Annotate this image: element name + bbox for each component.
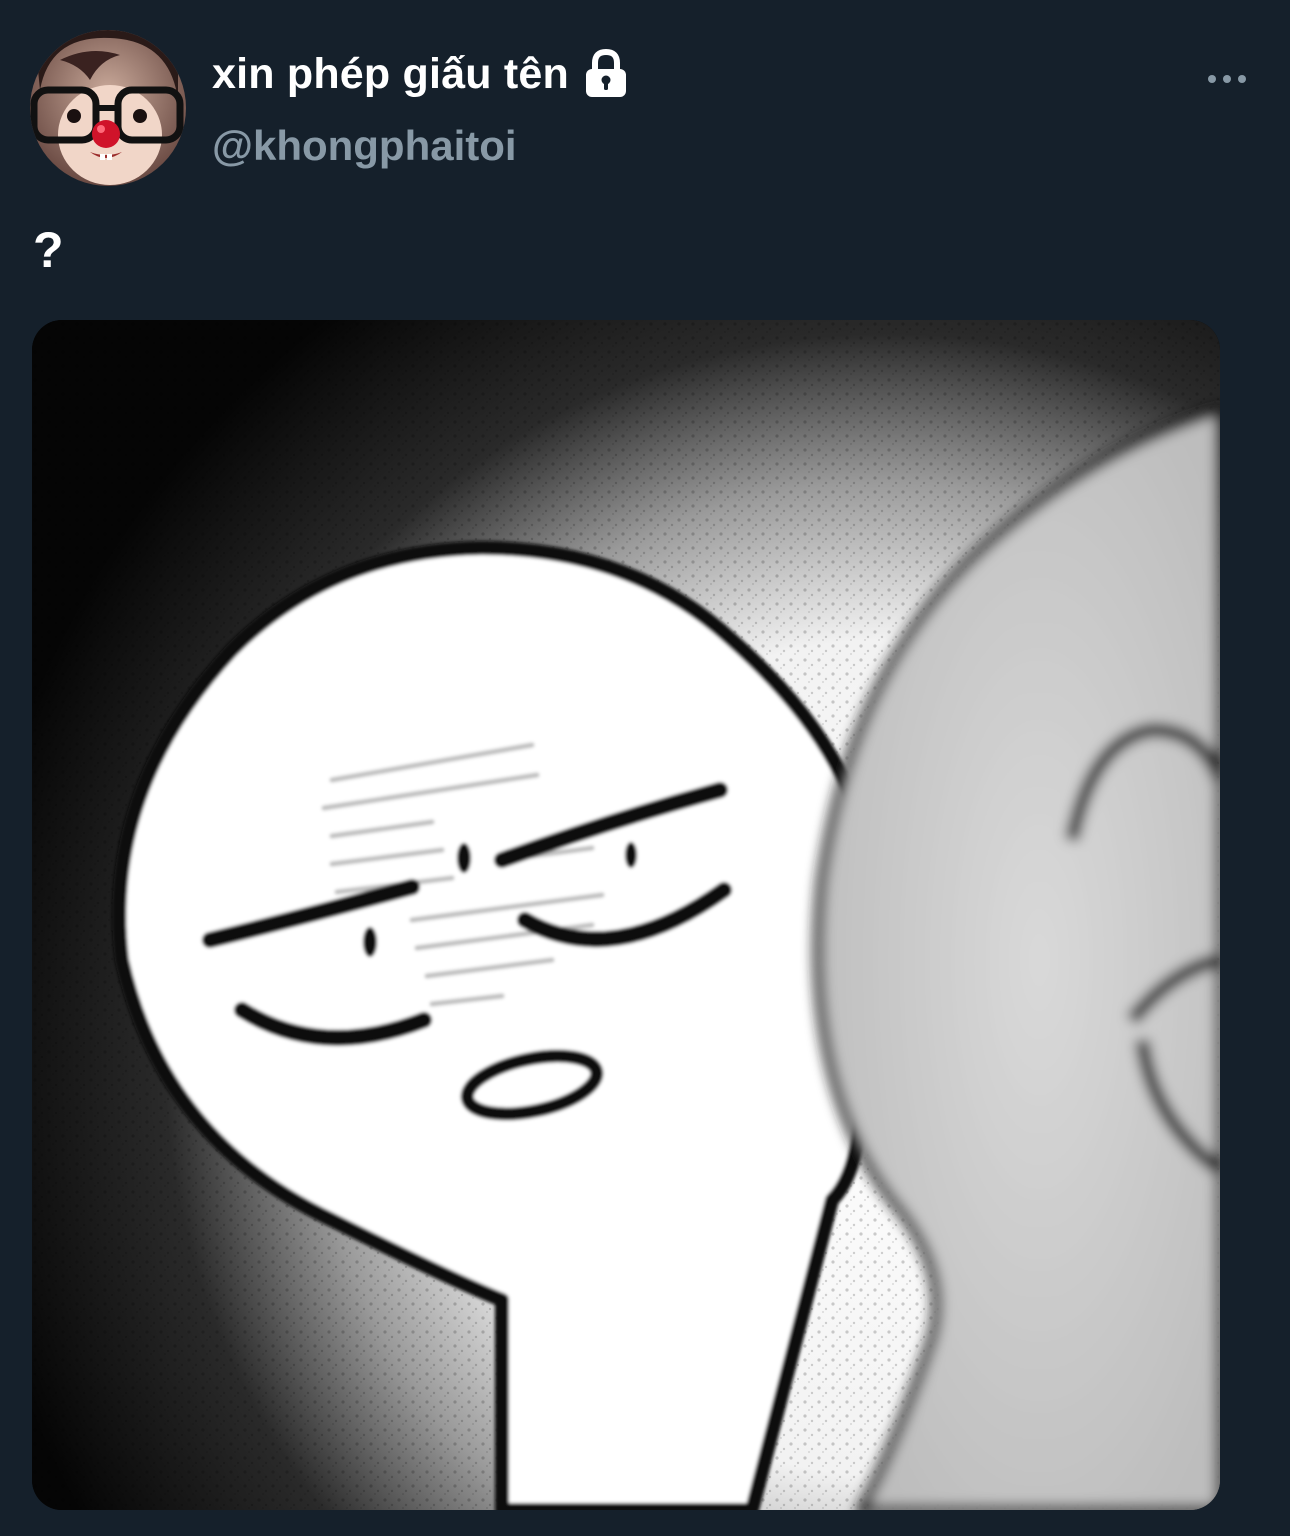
author-name-row[interactable]: xin phép giấu tên	[212, 44, 629, 104]
tweet-media-image[interactable]	[32, 320, 1220, 1510]
more-options-button[interactable]	[1196, 56, 1258, 104]
avatar-image	[30, 30, 186, 186]
more-horizontal-icon	[1207, 71, 1247, 89]
tweet: xin phép giấu tên @khongphaitoi ?	[0, 0, 1290, 1536]
author-handle[interactable]: @khongphaitoi	[212, 122, 517, 170]
avatar[interactable]	[30, 30, 186, 186]
display-name[interactable]: xin phép giấu tên	[212, 50, 569, 99]
tweet-text: ?	[33, 222, 64, 278]
meme-illustration	[32, 320, 1220, 1510]
lock-icon	[583, 48, 629, 99]
